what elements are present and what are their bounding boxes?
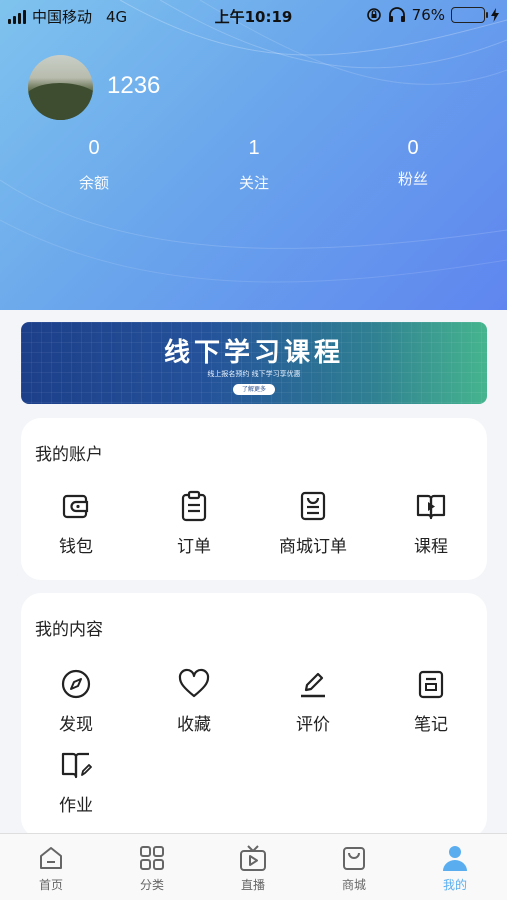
compass-icon [61,669,91,699]
content-item-homework[interactable]: 作业 [21,749,131,816]
my-account-card: 我的账户 钱包 订单 商城订单 课程 [21,418,487,580]
item-label: 作业 [59,796,93,816]
homework-book-icon [61,752,92,779]
home-icon [40,847,62,869]
stat-value: 0 [407,137,419,159]
headphones-icon [388,7,405,22]
tab-category[interactable]: 分类 [112,844,192,893]
rotation-lock-icon [366,8,381,22]
battery-percent: 76% [411,6,445,24]
stat-fans[interactable]: 0 粉丝 [353,137,473,189]
item-label: 课程 [414,537,448,557]
tab-mine[interactable]: 我的 [415,844,495,893]
username: 1236 [107,72,161,99]
shop-order-icon [300,491,326,521]
item-label: 收藏 [177,715,211,735]
bottom-tab-bar: 首页 分类 直播 商城 我的 [0,833,507,900]
card-title: 我的账户 [35,445,103,465]
item-label: 笔记 [414,715,448,735]
user-icon [443,846,467,871]
stat-following[interactable]: 1 关注 [194,137,314,193]
stat-label: 粉丝 [397,170,428,188]
course-banner[interactable]: 线下学习课程 线上报名预约 线下学习享优惠 了解更多 [21,322,487,404]
item-label: 商城订单 [279,537,347,557]
category-icon [140,846,164,870]
tab-label: 商城 [341,878,366,892]
status-right: 76% [366,6,499,24]
card-title: 我的内容 [35,620,103,640]
my-content-card: 我的内容 发现 收藏 评价 笔记 作业 [21,593,487,838]
pen-icon [301,672,325,698]
tab-label: 我的 [442,878,467,892]
battery-icon [451,7,488,23]
stat-balance[interactable]: 0 余额 [34,137,154,193]
status-bar: 中国移动 4G 上午10:19 76% [0,0,507,30]
account-item-wallet[interactable]: 钱包 [21,490,131,557]
tab-label: 直播 [240,878,265,892]
item-label: 评价 [296,715,330,735]
live-tv-icon [240,845,266,871]
content-item-notes[interactable]: 笔记 [376,668,486,735]
account-item-shop-orders[interactable]: 商城订单 [258,490,368,557]
wallet-icon [62,494,89,519]
stat-value: 1 [248,137,260,159]
tab-home[interactable]: 首页 [11,844,91,893]
banner-button[interactable]: 了解更多 [233,384,275,395]
content-item-discover[interactable]: 发现 [21,668,131,735]
avatar[interactable] [28,55,93,120]
stat-label: 余额 [78,174,109,192]
tab-label: 分类 [139,878,164,892]
tab-mall[interactable]: 商城 [314,844,394,893]
banner-title: 线下学习课程 [163,338,344,368]
tab-live[interactable]: 直播 [213,844,293,893]
tab-label: 首页 [38,878,63,892]
item-label: 钱包 [59,537,93,557]
banner-subtitle: 线上报名预约 线下学习享优惠 [207,370,301,378]
stat-label: 关注 [238,174,269,192]
course-book-icon [416,494,446,520]
account-item-orders[interactable]: 订单 [139,490,249,557]
item-label: 订单 [177,537,211,557]
note-icon [418,670,444,699]
account-item-courses[interactable]: 课程 [376,490,486,557]
content-item-favorites[interactable]: 收藏 [139,668,249,735]
clipboard-icon [181,490,207,522]
heart-icon [178,668,210,698]
content-item-reviews[interactable]: 评价 [258,668,368,735]
stat-value: 0 [88,137,100,159]
item-label: 发现 [59,715,93,735]
shopping-bag-icon [343,847,365,870]
charging-bolt-icon [491,8,499,22]
